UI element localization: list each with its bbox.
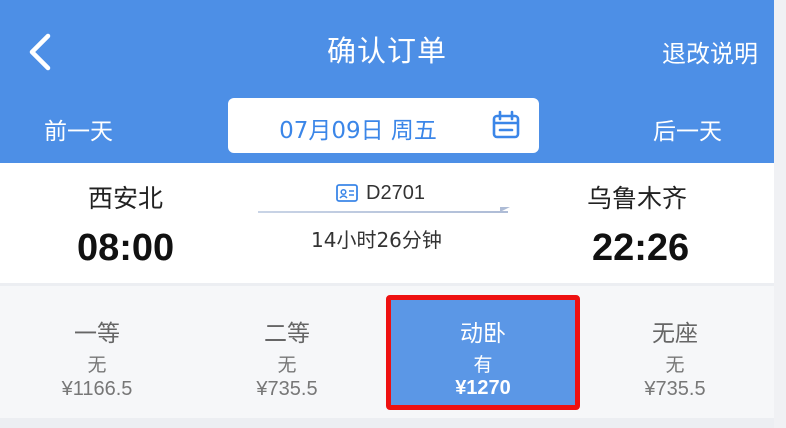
- seat-name: 一等: [74, 321, 120, 347]
- seat-name: 动卧: [460, 321, 506, 347]
- selected-date: 07月09日 周五: [279, 118, 437, 144]
- train-info: 西安北 08:00 D2701 14小时26分钟 乌鲁木齐 22:26: [0, 163, 774, 283]
- date-selector[interactable]: 07月09日 周五: [228, 98, 539, 153]
- seat-option-sleeper[interactable]: 动卧 有 ¥1270: [386, 295, 580, 410]
- arrival-station: 乌鲁木齐: [587, 184, 688, 213]
- travel-duration: 14小时26分钟: [311, 228, 442, 252]
- seat-name: 无座: [652, 321, 698, 347]
- seat-option-second-class[interactable]: 二等 无 ¥735.5: [190, 286, 384, 418]
- seat-option-first-class[interactable]: 一等 无 ¥1166.5: [0, 286, 194, 418]
- next-day-button[interactable]: 后一天: [653, 112, 722, 146]
- seat-price: ¥1166.5: [61, 378, 133, 400]
- seat-availability: 无: [87, 354, 107, 376]
- seat-availability: 有: [473, 354, 493, 376]
- arrival-time: 22:26: [592, 227, 690, 269]
- seat-price: ¥735.5: [644, 378, 706, 400]
- page-title: 确认订单: [326, 34, 447, 68]
- departure-time: 08:00: [77, 227, 175, 269]
- train-number: D2701: [366, 181, 425, 204]
- header-bar: 确认订单 退改说明 前一天 07月09日 周五 后一天: [0, 0, 774, 163]
- seat-price: ¥1270: [455, 377, 511, 399]
- seat-class-selector: 一等 无 ¥1166.5 二等 无 ¥735.5 动卧 有 ¥1270 无座 无…: [0, 286, 774, 418]
- departure-station: 西安北: [88, 184, 164, 213]
- seat-availability: 无: [277, 354, 297, 376]
- bottom-strip: [0, 418, 774, 428]
- route-arrow: [258, 207, 510, 213]
- order-confirm-screen: 确认订单 退改说明 前一天 07月09日 周五 后一天 西安北 08:00 D2…: [0, 0, 774, 428]
- calendar-icon: [492, 110, 520, 139]
- seat-price: ¥735.5: [256, 378, 318, 400]
- seat-availability: 无: [665, 354, 685, 376]
- seat-option-no-seat[interactable]: 无座 无 ¥735.5: [578, 286, 772, 418]
- refund-policy-link[interactable]: 退改说明: [662, 34, 758, 69]
- id-card-icon: [336, 184, 358, 202]
- seat-name: 二等: [264, 321, 310, 347]
- train-number-row[interactable]: D2701: [336, 179, 425, 207]
- prev-day-button[interactable]: 前一天: [44, 112, 113, 146]
- right-gutter: [774, 0, 786, 428]
